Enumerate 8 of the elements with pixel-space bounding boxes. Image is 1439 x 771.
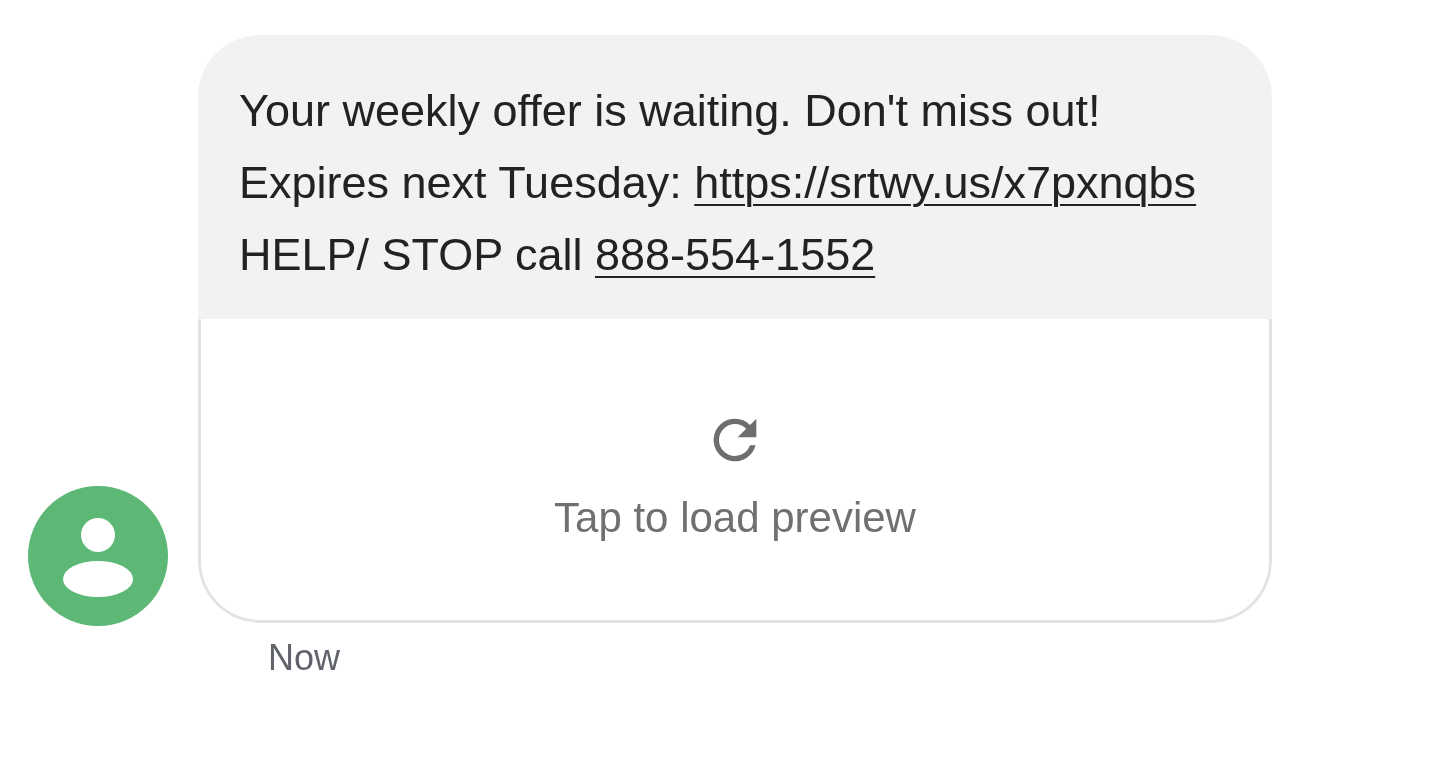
message-link[interactable]: 888-554-1552 bbox=[595, 229, 876, 280]
contact-avatar-icon[interactable] bbox=[28, 486, 168, 626]
message-link[interactable]: https://srtwy.us/x7pxnqbs bbox=[694, 157, 1197, 208]
message-bubble[interactable]: Your weekly offer is waiting. Don't miss out! Expires next Tuesday: https://srtwy.us/x7pxnqbs HELP/ STOP call 888-554-1552 Tap to load preview bbox=[198, 35, 1272, 623]
message-text: Your weekly offer is waiting. Don't miss out! Expires next Tuesday: https://srtwy.us/x7pxnqbs HELP/ STOP call 888-554-1552 bbox=[198, 35, 1272, 319]
message-timestamp: Now bbox=[268, 637, 341, 679]
link-preview-card[interactable]: Tap to load preview bbox=[198, 319, 1272, 623]
preview-label: Tap to load preview bbox=[554, 493, 916, 542]
